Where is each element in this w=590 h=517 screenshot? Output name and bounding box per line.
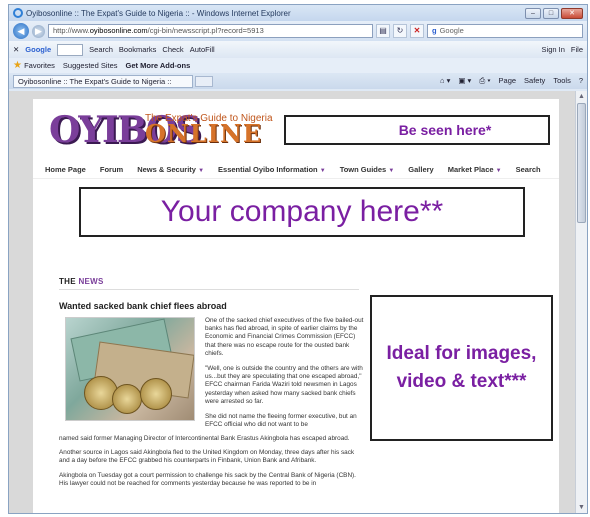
maximize-button[interactable]: □ <box>543 7 559 19</box>
tab-row: Oyibosonline :: The Expat's Guide to Nig… <box>9 73 587 89</box>
coin-shape <box>112 384 142 414</box>
scrollbar-thumb[interactable] <box>577 103 586 223</box>
help-icon[interactable]: ? <box>579 76 583 86</box>
article-paragraph: Another source in Lagos said Akingbola f… <box>59 449 355 465</box>
favorites-label: Favorites <box>24 61 55 70</box>
file-menu[interactable]: File <box>571 45 583 54</box>
nav-label: Town Guides <box>339 165 387 174</box>
favorites-star-icon: ★ <box>13 60 22 71</box>
article-paragraph: She did not name the fleeing former exec… <box>205 413 357 429</box>
scroll-down-icon[interactable]: ▼ <box>576 502 587 513</box>
nav-label: Search <box>515 165 541 174</box>
title-bar: Oyibosonline :: The Expat's Guide to Nig… <box>9 5 587 21</box>
nav-item-news-security[interactable]: News & Security ▼ <box>137 165 204 174</box>
new-tab-button[interactable] <box>195 75 213 87</box>
nav-item-search[interactable]: Search <box>516 165 541 174</box>
nav-label: Essential Oyibo Information <box>218 165 318 174</box>
side-ad-placeholder[interactable]: Ideal for images, video & text*** <box>370 295 553 441</box>
feeds-icon[interactable]: ▣ ▾ <box>458 76 471 86</box>
address-domain: oyibosonline.com <box>89 26 148 35</box>
vertical-scrollbar[interactable]: ▲ ▼ <box>575 91 587 513</box>
nav-item-town-guides[interactable]: Town Guides ▼ <box>340 165 395 174</box>
nav-label: Forum <box>99 165 124 174</box>
site-tagline: The Expat's Guide to Nigeria <box>145 113 273 124</box>
news-section-heading: THE NEWS <box>59 277 104 286</box>
nav-dropdown-icon: ▼ <box>495 168 502 174</box>
page-menu[interactable]: Page <box>499 76 517 86</box>
safety-menu[interactable]: Safety <box>524 76 545 86</box>
google-toolbar-logo: Google <box>25 45 52 54</box>
nav-dropdown-icon: ▼ <box>319 168 326 174</box>
toolbar-bookmarks-button[interactable]: Bookmarks <box>119 45 157 54</box>
google-search-icon: g <box>432 26 437 35</box>
back-button[interactable]: ◀ <box>13 23 29 39</box>
toolbar-autofill-button[interactable]: AutoFill <box>190 45 215 54</box>
tools-menu[interactable]: Tools <box>553 76 571 86</box>
article-image <box>65 317 195 421</box>
favorites-button[interactable]: ★ Favorites <box>13 60 55 71</box>
article-paragraph: Akingbola on Tuesday got a court permiss… <box>59 471 356 487</box>
get-addons-link[interactable]: Get More Add-ons <box>126 61 191 70</box>
toolbar-close-icon[interactable]: ✕ <box>13 45 19 54</box>
compatibility-icon[interactable]: ▤ <box>376 24 390 38</box>
tab-active[interactable]: Oyibosonline :: The Expat's Guide to Nig… <box>13 74 193 88</box>
coin-shape <box>140 378 172 410</box>
nav-dropdown-icon: ▼ <box>198 168 205 174</box>
nav-dropdown-icon: ▼ <box>388 168 395 174</box>
address-bar[interactable]: http://www.oyibosonline.com/cgi-bin/news… <box>48 24 373 38</box>
nav-label: Market Place <box>447 165 494 174</box>
stop-icon[interactable]: ✕ <box>410 24 424 38</box>
favorites-bar: ★ Favorites Suggested Sites Get More Add… <box>9 58 587 73</box>
refresh-icon[interactable]: ↻ <box>393 24 407 38</box>
site-nav: Home Page Forum News & Security ▼ Essent… <box>33 161 559 179</box>
nav-label: Home Page <box>45 165 86 174</box>
home-icon[interactable]: ⌂ ▾ <box>440 76 450 86</box>
forward-button[interactable]: ▶ <box>32 24 45 38</box>
search-placeholder: Google <box>439 26 464 35</box>
article-body: named said former Managing Director of I… <box>59 435 361 494</box>
news-heading-news: NEWS <box>78 277 104 286</box>
nav-item-home[interactable]: Home Page <box>45 165 86 174</box>
web-page: OYIBOS ONLINE The Expat's Guide to Niger… <box>33 99 559 513</box>
toolbar-search-button[interactable]: Search <box>89 45 113 54</box>
divider <box>59 289 359 290</box>
leaderboard-ad-placeholder[interactable]: Your company here** <box>79 187 525 237</box>
print-icon[interactable]: ⎙ ▾ <box>479 76 490 86</box>
nav-item-market-place[interactable]: Market Place ▼ <box>448 165 502 174</box>
ie-logo-icon <box>13 8 23 18</box>
nav-label: Gallery <box>408 165 434 174</box>
article-headline[interactable]: Wanted sacked bank chief flees abroad <box>59 301 227 311</box>
address-path: /cgi-bin/newsscript.pl?record=5913 <box>147 26 264 35</box>
article-paragraph: "Well, one is outside the country and th… <box>205 365 363 405</box>
nav-item-gallery[interactable]: Gallery <box>408 165 433 174</box>
banner-ad-placeholder[interactable]: Be seen here* <box>284 115 550 145</box>
banner-ad-text: Be seen here* <box>398 122 492 138</box>
address-prefix: http://www. <box>53 26 90 35</box>
nav-item-forum[interactable]: Forum <box>100 165 123 174</box>
toolbar-check-button[interactable]: Check <box>162 45 183 54</box>
close-button[interactable]: ✕ <box>561 7 583 19</box>
address-row: ◀ ▶ http://www.oyibosonline.com/cgi-bin/… <box>9 21 587 41</box>
article-body-column: One of the sacked chief executives of th… <box>205 317 365 436</box>
suggested-sites-link[interactable]: Suggested Sites <box>63 61 118 70</box>
google-toolbar: ✕ Google Search Bookmarks Check AutoFill… <box>9 41 587 58</box>
page-viewport: OYIBOS ONLINE The Expat's Guide to Niger… <box>9 91 575 513</box>
nav-item-essential-info[interactable]: Essential Oyibo Information ▼ <box>218 165 326 174</box>
nav-label: News & Security <box>137 165 196 174</box>
toolbar-search-box[interactable] <box>57 43 84 56</box>
scroll-up-icon[interactable]: ▲ <box>576 91 587 102</box>
article-paragraph: One of the sacked chief executives of th… <box>205 317 364 357</box>
news-heading-the: THE <box>59 277 76 286</box>
toolbar-signin-button[interactable]: Sign In <box>542 45 565 54</box>
search-input[interactable]: g Google <box>427 24 583 38</box>
browser-window: Oyibosonline :: The Expat's Guide to Nig… <box>8 4 588 514</box>
article-paragraph: named said former Managing Director of I… <box>59 435 350 442</box>
minimize-button[interactable]: – <box>525 7 541 19</box>
window-title: Oyibosonline :: The Expat's Guide to Nig… <box>26 8 291 18</box>
